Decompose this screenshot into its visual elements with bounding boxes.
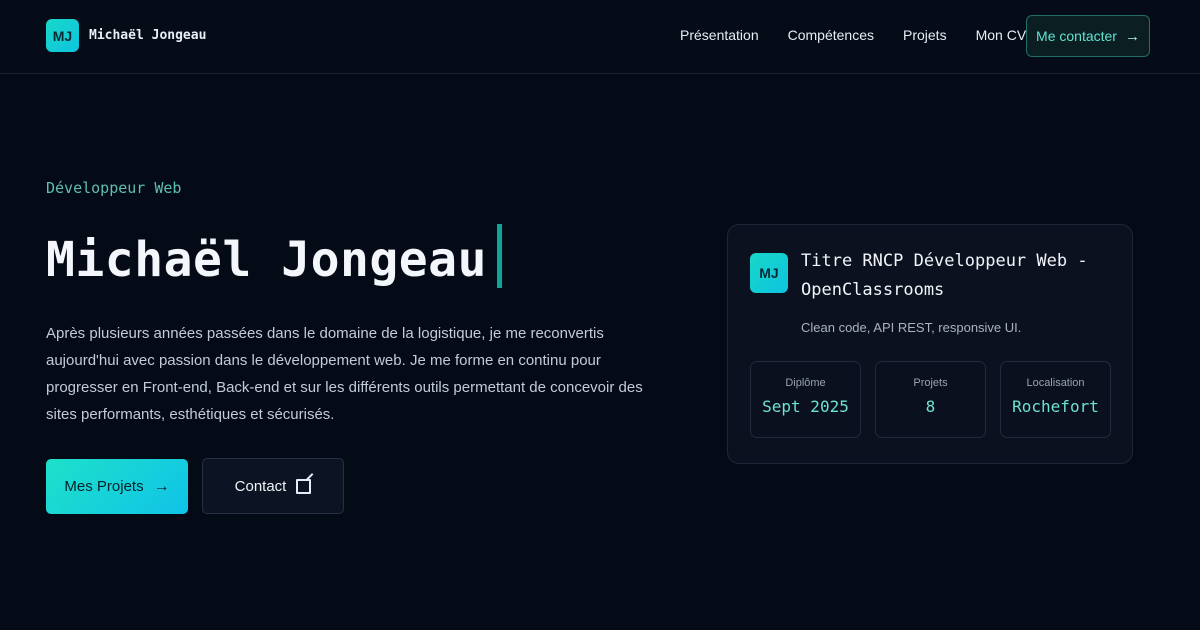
stat-label: Projets [913, 377, 948, 389]
contact-cta-button[interactable]: Me contacter → [1026, 15, 1150, 57]
contact-cta-label: Me contacter [1036, 28, 1117, 44]
stat-value: Sept 2025 [762, 397, 849, 416]
diploma-card: MJ Titre RNCP Développeur Web - OpenClas… [727, 224, 1133, 464]
hero-eyebrow: Développeur Web [46, 179, 182, 197]
site-header: MJ Michaël Jongeau Présentation Compéten… [0, 0, 1200, 74]
stat-projets: Projets 8 [875, 361, 986, 438]
external-link-icon [296, 478, 312, 494]
hero-title: Michaël Jongeau [46, 224, 502, 288]
card-subtitle: Clean code, API REST, responsive UI. [801, 320, 1022, 335]
projects-button-label: Mes Projets [64, 478, 144, 495]
main-nav: Présentation Compétences Projets Mon CV [680, 27, 1055, 43]
contact-button-label: Contact [234, 477, 287, 495]
brand-name: Michaël Jongeau [89, 28, 207, 43]
projects-button[interactable]: Mes Projets → [46, 459, 188, 514]
nav-link-presentation[interactable]: Présentation [680, 27, 759, 43]
hero-description: Après plusieurs années passées dans le d… [46, 325, 643, 423]
stat-label: Localisation [1026, 377, 1085, 389]
arrow-right-icon: → [1124, 27, 1140, 45]
contact-button[interactable]: Contact [202, 458, 344, 514]
stat-value: 8 [925, 397, 936, 416]
nav-link-cv[interactable]: Mon CV [976, 27, 1027, 43]
brand[interactable]: MJ Michaël Jongeau [46, 19, 206, 52]
stat-localisation: Localisation Rochefort [1000, 361, 1111, 438]
nav-link-projets[interactable]: Projets [903, 27, 947, 43]
stat-diplome: Diplôme Sept 2025 [750, 361, 861, 438]
hero-title-text: Michaël Jongeau [46, 232, 487, 288]
stat-value: Rochefort [1012, 397, 1099, 416]
logo-badge: MJ [46, 19, 79, 52]
nav-link-competences[interactable]: Compétences [788, 27, 874, 43]
card-title: Titre RNCP Développeur Web - OpenClassro… [801, 251, 1088, 300]
card-logo-badge: MJ [750, 253, 788, 293]
typing-caret [496, 224, 502, 288]
stat-label: Diplôme [785, 377, 826, 389]
arrow-right-icon: → [153, 477, 170, 495]
